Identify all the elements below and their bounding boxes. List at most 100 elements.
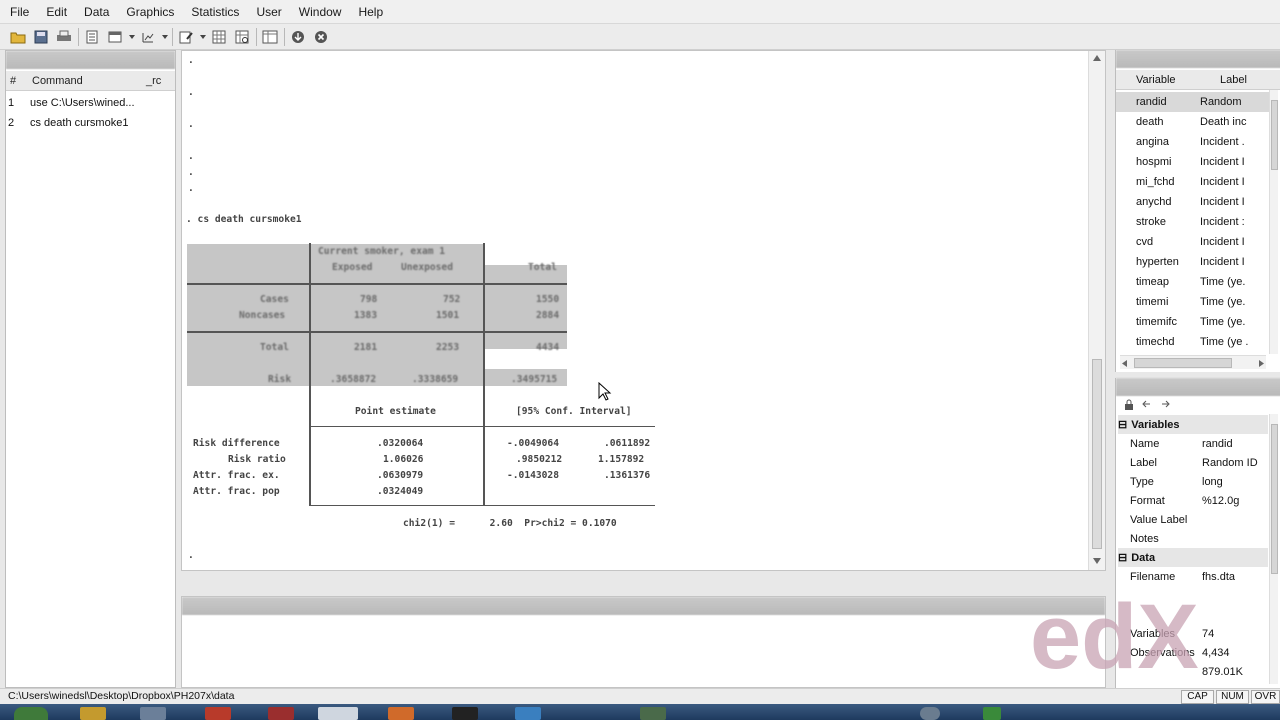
results-scroll-thumb[interactable] (1092, 359, 1102, 549)
variable-name: hyperten (1136, 256, 1179, 268)
variables-header: Variable Label (1116, 70, 1280, 90)
taskbar-app[interactable] (140, 707, 166, 720)
caps-lock-indicator: CAP (1181, 690, 1214, 704)
results-scrollbar[interactable] (1088, 51, 1105, 570)
log-icon[interactable] (83, 28, 101, 46)
variables-manager-icon[interactable] (261, 28, 279, 46)
chi2-line: chi2(1) = 2.60 Pr>chi2 = 0.1070 (403, 518, 617, 529)
forward-icon[interactable] (1160, 399, 1170, 409)
scroll-right-icon[interactable] (1259, 360, 1264, 367)
menu-user[interactable]: User (256, 5, 281, 19)
menu-statistics[interactable]: Statistics (191, 5, 239, 19)
graph-icon[interactable] (139, 28, 157, 46)
taskbar-app[interactable] (452, 707, 478, 720)
variable-name: hospmi (1136, 156, 1172, 168)
table-hline (309, 426, 655, 427)
property-key: Format (1130, 494, 1165, 507)
variables-hscrollbar[interactable] (1120, 355, 1266, 369)
variable-row[interactable]: angina Incident . (1116, 132, 1269, 152)
property-row[interactable]: Format %12.0g (1130, 491, 1268, 510)
variable-label: Incident . (1200, 136, 1245, 148)
list-item[interactable]: 1 use C:\Users\wined... (6, 93, 175, 113)
taskbar-app[interactable] (388, 707, 414, 720)
do-file-editor-icon[interactable] (177, 28, 195, 46)
taskbar-app-active[interactable] (318, 707, 358, 720)
data-editor-icon[interactable] (210, 28, 228, 46)
chevron-down-icon[interactable] (162, 28, 168, 46)
menu-window[interactable]: Window (299, 5, 342, 19)
results-window[interactable]: . . . . . . . cs death cursmoke1 Current… (181, 50, 1106, 571)
review-col-num[interactable]: # (6, 75, 30, 87)
taskbar-app[interactable] (640, 707, 666, 720)
variable-row[interactable]: cvd Incident I (1116, 232, 1269, 252)
tray-icon[interactable] (920, 707, 940, 720)
results-dot: . (188, 55, 194, 66)
menu-file[interactable]: File (10, 5, 29, 19)
variable-row[interactable]: mi_fchd Incident I (1116, 172, 1269, 192)
variable-row[interactable]: timechd Time (ye . (1116, 332, 1269, 352)
viewer-icon[interactable] (106, 28, 124, 46)
break-icon[interactable] (312, 28, 330, 46)
taskbar-app[interactable] (515, 707, 541, 720)
property-row[interactable]: Name randid (1130, 434, 1268, 453)
scroll-up-icon[interactable] (1093, 55, 1101, 61)
toolbar-separator (284, 27, 285, 46)
variable-row[interactable]: hyperten Incident I (1116, 252, 1269, 272)
property-row[interactable]: Notes (1130, 529, 1268, 548)
more-icon[interactable] (289, 28, 307, 46)
taskbar-app[interactable] (268, 707, 294, 720)
variable-label: Time (ye. (1200, 316, 1246, 328)
variable-row[interactable]: timeap Time (ye. (1116, 272, 1269, 292)
variable-row[interactable]: death Death inc (1116, 112, 1269, 132)
menu-data[interactable]: Data (84, 5, 109, 19)
variable-row[interactable]: randid Random (1116, 92, 1269, 112)
chevron-down-icon[interactable] (200, 28, 206, 46)
variable-row[interactable]: stroke Incident : (1116, 212, 1269, 232)
taskbar-app[interactable] (205, 707, 231, 720)
taskbar-app[interactable] (80, 707, 106, 720)
collapse-icon[interactable]: ⊟ (1118, 551, 1127, 564)
properties-scroll-thumb[interactable] (1271, 424, 1278, 574)
start-button[interactable] (14, 707, 48, 720)
scroll-left-icon[interactable] (1122, 360, 1127, 367)
menu-help[interactable]: Help (358, 5, 383, 19)
open-icon[interactable] (9, 28, 27, 46)
property-row[interactable]: Value Label (1130, 510, 1268, 529)
chevron-down-icon[interactable] (129, 28, 135, 46)
variables-col-label[interactable]: Label (1200, 74, 1247, 86)
property-row[interactable]: Type long (1130, 472, 1268, 491)
command-panel-title (182, 597, 1105, 615)
cell: 798 (360, 294, 378, 305)
est-point: .0320064 (377, 438, 424, 449)
collapse-icon[interactable]: ⊟ (1118, 418, 1127, 431)
command-input[interactable] (184, 617, 1103, 685)
variable-row[interactable]: anychd Incident I (1116, 192, 1269, 212)
save-icon[interactable] (32, 28, 50, 46)
variable-row[interactable]: hospmi Incident I (1116, 152, 1269, 172)
variables-hscroll-thumb[interactable] (1134, 358, 1232, 368)
print-icon[interactable] (55, 28, 73, 46)
variables-vscrollbar[interactable] (1269, 90, 1278, 354)
properties-section-data[interactable]: ⊟ Data (1118, 548, 1268, 567)
group-header: Current smoker, exam 1 (318, 246, 446, 257)
review-panel: # Command _rc 1 use C:\Users\wined... 2 … (5, 50, 176, 688)
review-col-rc[interactable]: _rc (146, 75, 175, 87)
back-icon[interactable] (1142, 399, 1152, 409)
est-lo: -.0143028 (507, 470, 559, 481)
variable-row[interactable]: timemifc Time (ye. (1116, 312, 1269, 332)
menu-edit[interactable]: Edit (46, 5, 67, 19)
scroll-down-icon[interactable] (1093, 558, 1101, 564)
lock-icon[interactable] (1124, 399, 1134, 410)
tray-icon[interactable] (983, 707, 1001, 720)
section-label: Data (1131, 551, 1156, 564)
variables-col-variable[interactable]: Variable (1116, 74, 1200, 86)
menu-graphics[interactable]: Graphics (126, 5, 174, 19)
variable-row[interactable]: timemi Time (ye. (1116, 292, 1269, 312)
variables-vscroll-thumb[interactable] (1271, 100, 1278, 170)
data-browser-icon[interactable] (233, 28, 251, 46)
properties-scrollbar[interactable] (1269, 414, 1278, 684)
property-row[interactable]: Label Random ID (1130, 453, 1268, 472)
properties-section-variables[interactable]: ⊟ Variables (1118, 415, 1268, 434)
review-col-command[interactable]: Command (30, 75, 146, 87)
list-item[interactable]: 2 cs death cursmoke1 (6, 113, 175, 133)
